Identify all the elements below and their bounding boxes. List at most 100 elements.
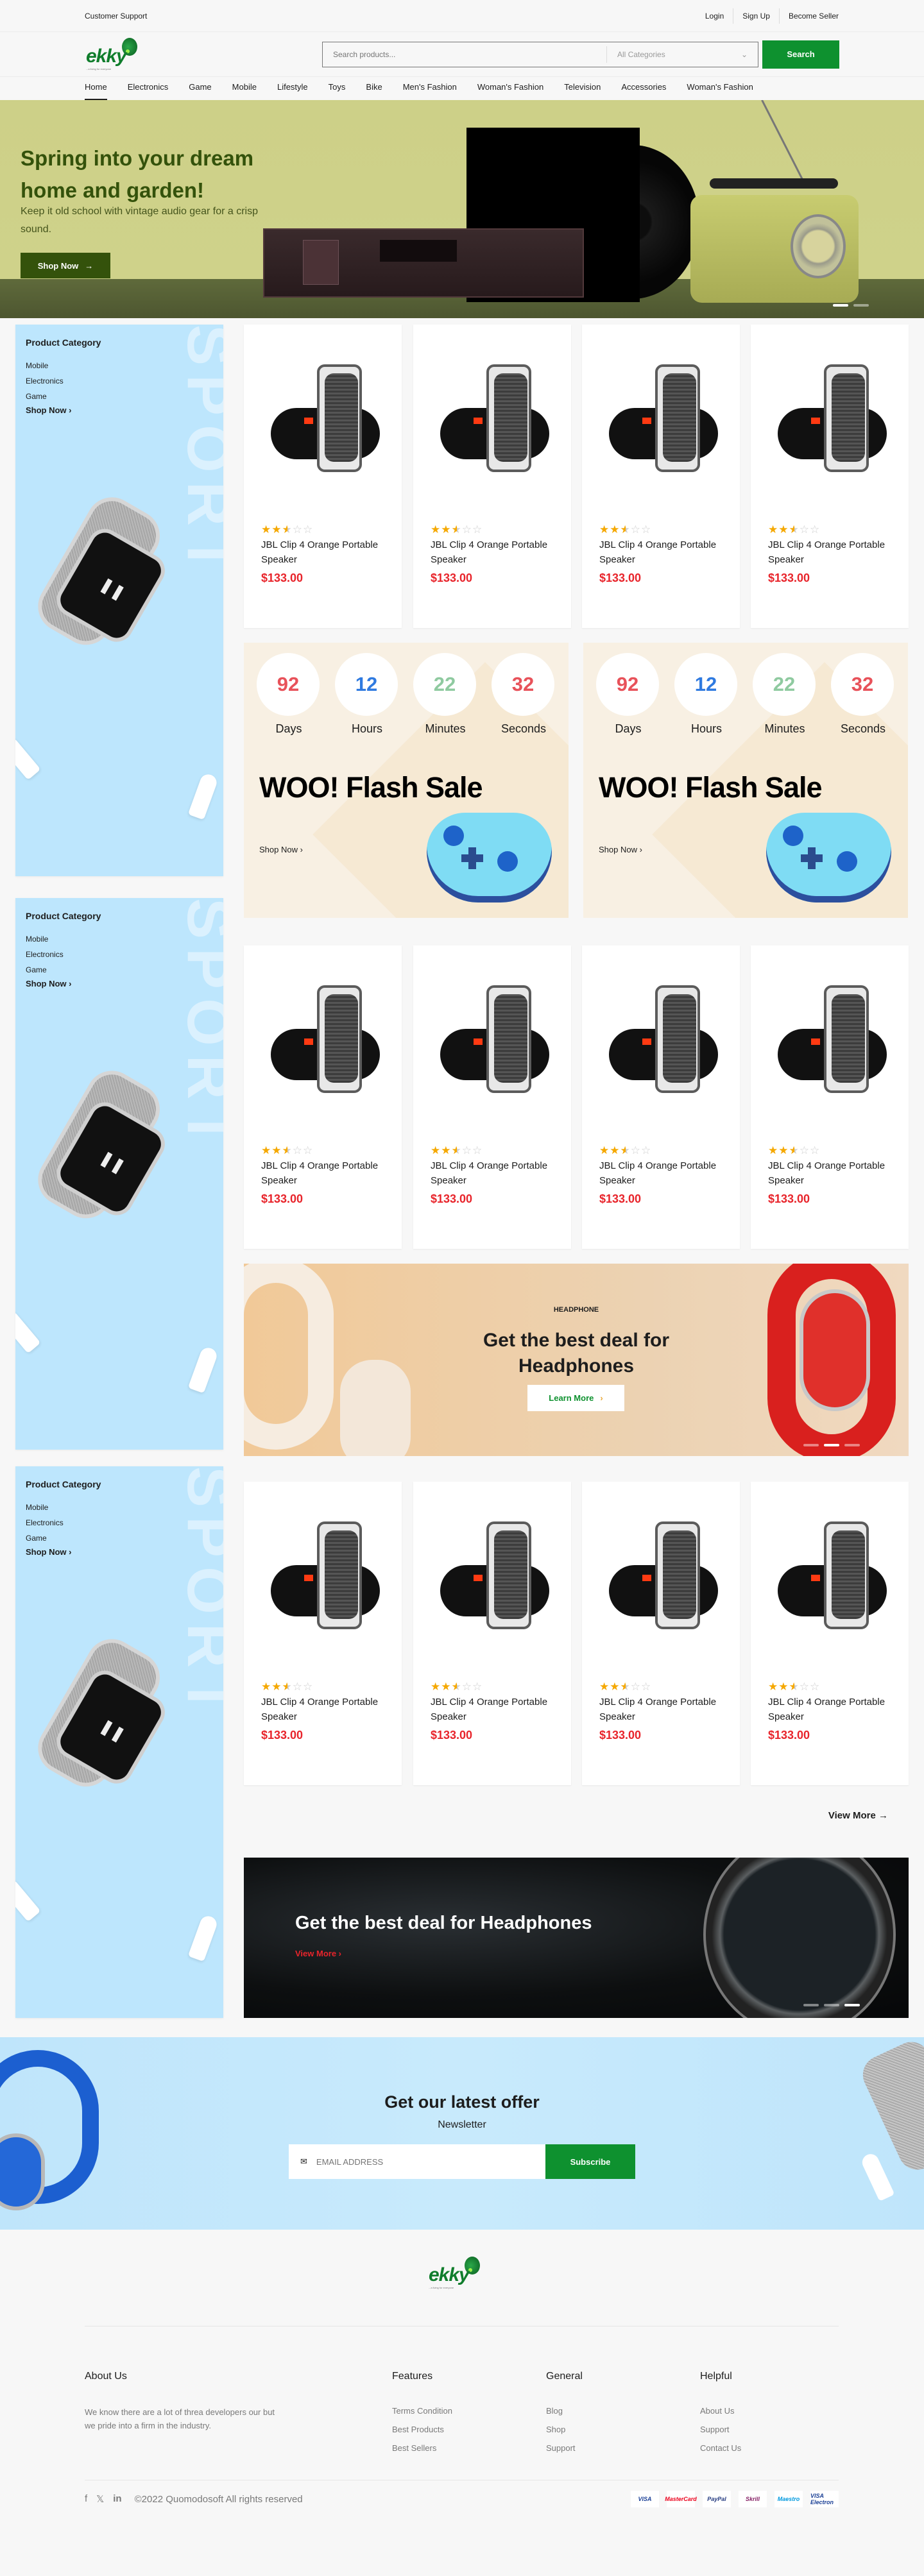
- product-card[interactable]: ★★★☆☆ JBL Clip 4 Orange Portable Speaker $…: [582, 945, 740, 1249]
- facebook-icon[interactable]: f: [85, 2493, 87, 2505]
- footer-link[interactable]: About Us: [700, 2405, 741, 2417]
- product-name[interactable]: JBL Clip 4 Orange Portable Speaker: [431, 538, 552, 567]
- product-card[interactable]: ★★★☆☆ JBL Clip 4 Orange Portable Speaker $…: [751, 325, 909, 628]
- product-card[interactable]: ★★★☆☆ JBL Clip 4 Orange Portable Speaker $…: [751, 1482, 909, 1785]
- slider-dot[interactable]: [853, 304, 869, 307]
- flash-sale-shop-now-link[interactable]: Shop Now ›: [259, 845, 303, 854]
- slider-dot[interactable]: [824, 1444, 839, 1446]
- product-card[interactable]: ★★★☆☆ JBL Clip 4 Orange Portable Speaker $…: [413, 945, 571, 1249]
- product-name[interactable]: JBL Clip 4 Orange Portable Speaker: [768, 1158, 890, 1188]
- rating-stars: ★★★☆☆: [599, 1681, 652, 1693]
- become-seller-link[interactable]: Become Seller: [778, 8, 839, 24]
- footer-link[interactable]: Best Products: [392, 2424, 452, 2436]
- category-link[interactable]: Mobile: [26, 931, 64, 947]
- footer-link[interactable]: Terms Condition: [392, 2405, 452, 2417]
- watch-banner-title: Get the best deal for Headphones: [295, 1913, 592, 1933]
- product-card[interactable]: ★★★☆☆ JBL Clip 4 Orange Portable Speaker $…: [244, 325, 402, 628]
- nav-item[interactable]: Men's Fashion: [403, 77, 457, 100]
- footer-link[interactable]: Support: [546, 2443, 583, 2454]
- slider-dot[interactable]: [803, 2004, 819, 2006]
- product-name[interactable]: JBL Clip 4 Orange Portable Speaker: [261, 1158, 383, 1188]
- product-name[interactable]: JBL Clip 4 Orange Portable Speaker: [431, 1158, 552, 1188]
- category-link[interactable]: Mobile: [26, 358, 64, 373]
- product-name[interactable]: JBL Clip 4 Orange Portable Speaker: [261, 538, 383, 567]
- product-name[interactable]: JBL Clip 4 Orange Portable Speaker: [768, 1695, 890, 1724]
- footer-link[interactable]: Support: [700, 2424, 741, 2436]
- customer-support-link[interactable]: Customer Support: [85, 12, 147, 21]
- product-name[interactable]: JBL Clip 4 Orange Portable Speaker: [431, 1695, 552, 1724]
- nav-item[interactable]: Woman's Fashion: [687, 77, 753, 100]
- sidebar-shop-now-link[interactable]: Shop Now ›: [26, 405, 72, 415]
- search-button[interactable]: Search: [762, 40, 839, 69]
- product-card[interactable]: ★★★☆☆ JBL Clip 4 Orange Portable Speaker $…: [413, 1482, 571, 1785]
- footer-link[interactable]: Contact Us: [700, 2443, 741, 2454]
- view-more-link[interactable]: View More →: [828, 1810, 888, 1821]
- login-link[interactable]: Login: [696, 8, 733, 24]
- learn-more-button[interactable]: Learn More ›: [527, 1385, 624, 1411]
- countdown-days: 92 Days: [257, 653, 321, 736]
- speaker-image: [609, 1507, 718, 1629]
- nav-item[interactable]: Game: [189, 77, 211, 100]
- slider-dot[interactable]: [803, 1444, 819, 1446]
- footer-link[interactable]: Blog: [546, 2405, 583, 2417]
- footer-logo[interactable]: ekky ...a living for everyone: [427, 2255, 492, 2295]
- category-link[interactable]: Electronics: [26, 373, 64, 389]
- product-name[interactable]: JBL Clip 4 Orange Portable Speaker: [768, 538, 890, 567]
- flash-sale-shop-now-link[interactable]: Shop Now ›: [599, 845, 642, 854]
- nav-item[interactable]: Toys: [329, 77, 346, 100]
- nav-item[interactable]: Bike: [366, 77, 382, 100]
- nav-item[interactable]: Lifestyle: [277, 77, 308, 100]
- nav-item[interactable]: Woman's Fashion: [477, 77, 543, 100]
- nav-item[interactable]: Mobile: [232, 77, 257, 100]
- flash-sale-banner: 92 Days 12 Hours 22 Minutes 32 Seconds WOO! Flas…: [244, 643, 569, 918]
- category-link[interactable]: Electronics: [26, 1515, 64, 1530]
- slider-dot[interactable]: [833, 304, 848, 307]
- product-name[interactable]: JBL Clip 4 Orange Portable Speaker: [599, 1695, 721, 1724]
- product-card[interactable]: ★★★☆☆ JBL Clip 4 Orange Portable Speaker $…: [582, 1482, 740, 1785]
- category-link[interactable]: Electronics: [26, 947, 64, 962]
- hero-shop-now-button[interactable]: Shop Now →: [21, 253, 110, 278]
- category-link[interactable]: Mobile: [26, 1500, 64, 1515]
- product-card[interactable]: ★★★☆☆ JBL Clip 4 Orange Portable Speaker $…: [244, 1482, 402, 1785]
- footer-link[interactable]: Shop: [546, 2424, 583, 2436]
- nav-item[interactable]: Accessories: [621, 77, 666, 100]
- chevron-right-icon: ›: [66, 405, 72, 415]
- main-nav: Home Electronics Game Mobile Lifestyle Toys Bi…: [0, 77, 924, 100]
- linkedin-icon[interactable]: in: [113, 2493, 121, 2505]
- subscribe-button[interactable]: Subscribe: [545, 2144, 635, 2179]
- slider-dot[interactable]: [844, 2004, 860, 2006]
- twitter-icon[interactable]: 𝕏: [96, 2493, 104, 2505]
- speaker-image: [271, 350, 380, 472]
- product-price: $133.00: [431, 572, 473, 584]
- search-input[interactable]: [323, 49, 606, 59]
- sidebar-shop-now-link[interactable]: Shop Now ›: [26, 979, 72, 988]
- category-link[interactable]: Game: [26, 389, 64, 404]
- footer-link[interactable]: Best Sellers: [392, 2443, 452, 2454]
- sidebar-shop-now-link[interactable]: Shop Now ›: [26, 1547, 72, 1557]
- product-name[interactable]: JBL Clip 4 Orange Portable Speaker: [599, 1158, 721, 1188]
- nav-item[interactable]: Television: [564, 77, 601, 100]
- product-card[interactable]: ★★★☆☆ JBL Clip 4 Orange Portable Speaker $…: [751, 945, 909, 1249]
- watch-image: [703, 1858, 896, 2018]
- logo[interactable]: ekky ...a living for everyone: [85, 37, 149, 72]
- category-link[interactable]: Game: [26, 962, 64, 978]
- product-card[interactable]: ★★★☆☆ JBL Clip 4 Orange Portable Speaker $…: [244, 945, 402, 1249]
- flash-sale-banner: 92 Days 12 Hours 22 Minutes 32 Seconds WOO! Flas…: [583, 643, 908, 918]
- watch-banner-view-more-link[interactable]: View More ›: [295, 1949, 341, 1958]
- product-card[interactable]: ★★★☆☆ JBL Clip 4 Orange Portable Speaker $…: [413, 325, 571, 628]
- product-card[interactable]: ★★★☆☆ JBL Clip 4 Orange Portable Speaker $…: [582, 325, 740, 628]
- email-field[interactable]: [316, 2157, 509, 2167]
- speaker-image: [609, 350, 718, 472]
- category-link[interactable]: Game: [26, 1530, 64, 1546]
- product-name[interactable]: JBL Clip 4 Orange Portable Speaker: [261, 1695, 383, 1724]
- social-links: f 𝕏 in: [85, 2493, 122, 2505]
- category-select[interactable]: All Categories ⌄: [606, 46, 758, 63]
- product-name[interactable]: JBL Clip 4 Orange Portable Speaker: [599, 538, 721, 567]
- shop-now-label: Shop Now: [26, 979, 67, 988]
- nav-item[interactable]: Electronics: [128, 77, 169, 100]
- slider-dot[interactable]: [824, 2004, 839, 2006]
- slider-dot[interactable]: [844, 1444, 860, 1446]
- signup-link[interactable]: Sign Up: [733, 8, 779, 24]
- product-price: $133.00: [261, 572, 304, 584]
- nav-item[interactable]: Home: [85, 77, 107, 100]
